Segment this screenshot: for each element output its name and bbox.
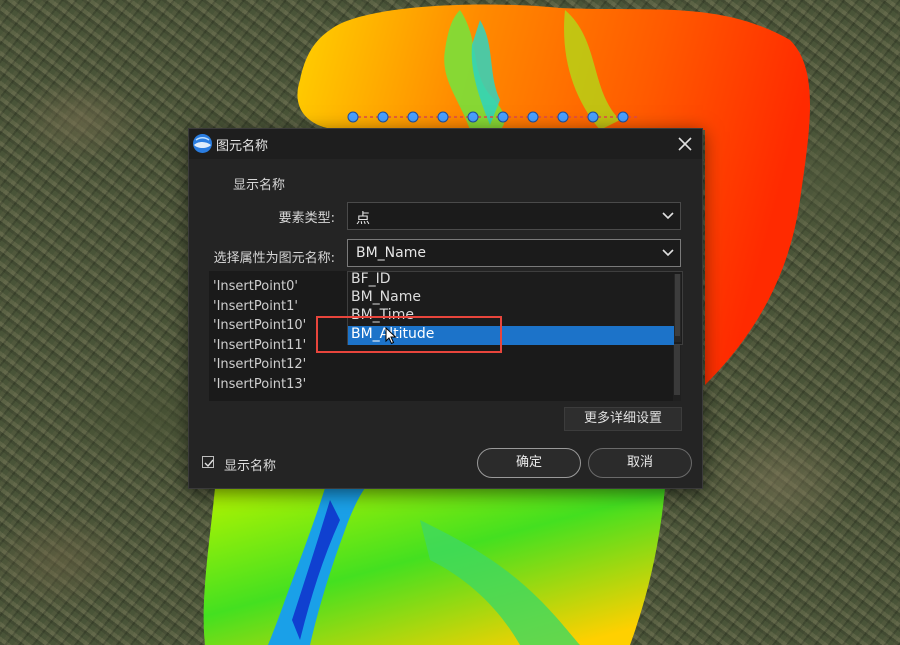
feature-name-dialog: 图元名称 显示名称 要素类型: 点 选择属性为图元名称: BM_Name 'In… xyxy=(188,128,703,489)
dialog-title: 图元名称 xyxy=(216,139,269,154)
close-icon[interactable] xyxy=(674,133,696,155)
chevron-down-icon xyxy=(662,249,674,257)
point-feature[interactable] xyxy=(557,111,569,123)
dropdown-scrollbar-thumb[interactable] xyxy=(675,274,680,336)
list-item[interactable]: 'InsertPoint11' xyxy=(213,338,306,353)
list-item[interactable]: 'InsertPoint1' xyxy=(213,299,298,314)
point-feature[interactable] xyxy=(497,111,509,123)
point-feature[interactable] xyxy=(437,111,449,123)
ok-button[interactable]: 确定 xyxy=(477,448,581,478)
chevron-down-icon xyxy=(662,212,674,220)
check-icon xyxy=(204,459,214,468)
feature-type-select[interactable]: 点 xyxy=(347,202,681,230)
attribute-label: 选择属性为图元名称: xyxy=(213,251,335,266)
map-viewport[interactable]: 图元名称 显示名称 要素类型: 点 选择属性为图元名称: BM_Name 'In… xyxy=(0,0,900,645)
point-feature[interactable] xyxy=(587,111,599,123)
list-item[interactable]: 'InsertPoint12' xyxy=(213,357,306,372)
list-item[interactable]: 'InsertPoint13' xyxy=(213,377,306,392)
cancel-button[interactable]: 取消 xyxy=(588,448,692,478)
show-name-label: 显示名称 xyxy=(224,459,277,474)
list-item[interactable]: 'InsertPoint0' xyxy=(213,279,298,294)
dialog-titlebar[interactable]: 图元名称 xyxy=(189,129,702,159)
dropdown-scrollbar[interactable] xyxy=(674,274,681,342)
feature-type-label: 要素类型: xyxy=(278,211,335,226)
point-feature[interactable] xyxy=(347,111,359,123)
point-feature[interactable] xyxy=(467,111,479,123)
dropdown-option-bf-id[interactable]: BF_ID xyxy=(348,271,674,290)
point-feature[interactable] xyxy=(377,111,389,123)
point-feature[interactable] xyxy=(617,111,629,123)
app-logo-icon xyxy=(193,134,212,153)
more-settings-button[interactable]: 更多详细设置 xyxy=(564,407,682,431)
annotation-highlight-box xyxy=(316,316,502,353)
elevation-patch-lower xyxy=(203,488,666,645)
feature-type-value: 点 xyxy=(356,211,370,227)
attribute-select[interactable]: BM_Name xyxy=(347,239,681,267)
point-feature[interactable] xyxy=(527,111,539,123)
dropdown-option-bm-name[interactable]: BM_Name xyxy=(348,289,674,308)
section-label: 显示名称 xyxy=(233,178,286,193)
show-name-checkbox[interactable] xyxy=(202,456,214,468)
list-item[interactable]: 'InsertPoint10' xyxy=(213,318,306,333)
attribute-value: BM_Name xyxy=(356,245,426,261)
mouse-cursor-icon xyxy=(385,327,397,345)
point-feature[interactable] xyxy=(407,111,419,123)
